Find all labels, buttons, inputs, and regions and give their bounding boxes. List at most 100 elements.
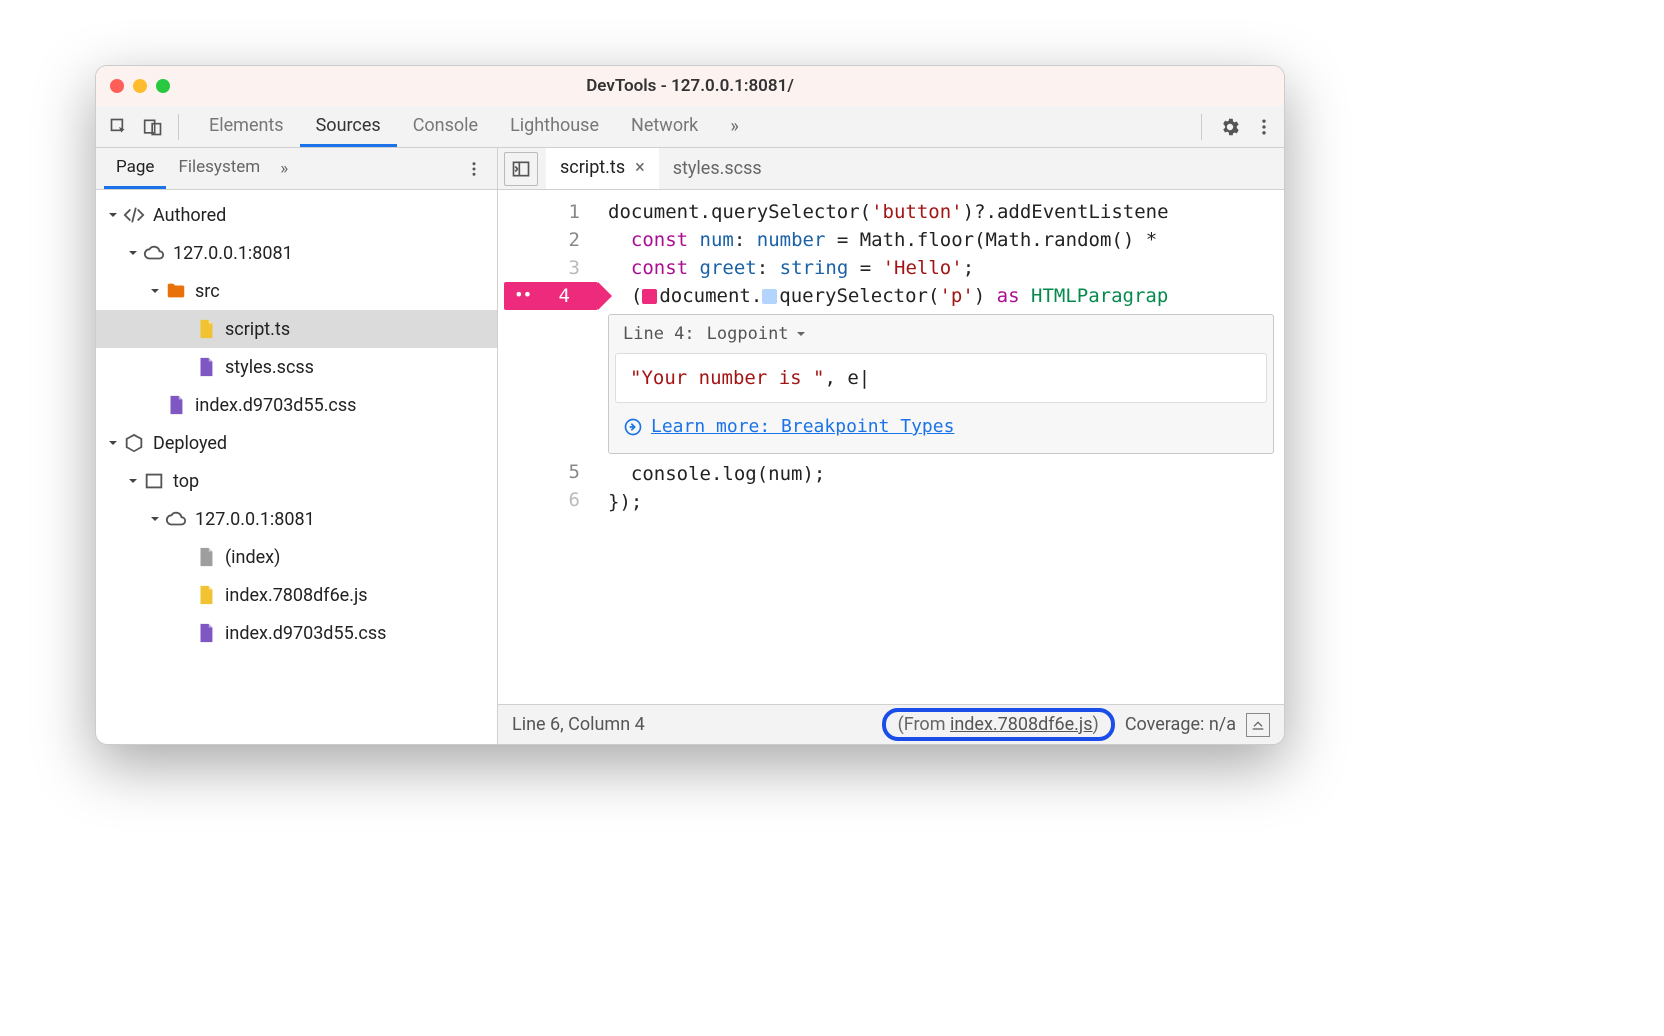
editor-tabbar: script.ts × styles.scss: [498, 148, 1284, 190]
code-body[interactable]: document.querySelector('button')?.addEve…: [598, 190, 1284, 704]
tree-authored[interactable]: Authored: [96, 196, 497, 234]
logpoint-input[interactable]: "Your number is ", e|: [615, 353, 1267, 403]
tree-item-label: Deployed: [153, 433, 227, 454]
coverage-label: Coverage: n/a: [1125, 714, 1236, 735]
sidebar-tab-filesystem[interactable]: Filesystem: [166, 148, 272, 189]
tree-item-label: index.d9703d55.css: [225, 623, 386, 644]
sourcemap-origin[interactable]: (From index.7808df6e.js): [882, 708, 1115, 741]
more-tabs-chevron-icon[interactable]: »: [722, 116, 746, 137]
gear-icon[interactable]: [1216, 113, 1244, 141]
line-number[interactable]: 3: [498, 254, 598, 282]
caret-down-icon[interactable]: [106, 208, 120, 222]
code-line[interactable]: });: [598, 488, 1284, 516]
code-line[interactable]: document.querySelector('button')?.addEve…: [598, 198, 1284, 226]
inspect-icon[interactable]: [102, 110, 136, 144]
line-number[interactable]: 4: [504, 282, 598, 310]
caret-down-icon[interactable]: [126, 246, 140, 260]
tree-item-icon: [165, 280, 187, 302]
editor-area: script.ts × styles.scss 1234 56 document.qu…: [498, 148, 1284, 744]
code-line[interactable]: (document.querySelector('p') as HTMLPara…: [598, 282, 1284, 310]
chevron-down-icon: [795, 328, 807, 340]
kebab-icon[interactable]: [1250, 113, 1278, 141]
tree-item-icon: [143, 242, 165, 264]
tree-deployed[interactable]: Deployed: [96, 424, 497, 462]
main-split: PageFilesystem » Authored 127.0.0.1:8081…: [96, 148, 1284, 744]
close-tab-icon[interactable]: ×: [635, 157, 645, 178]
tree-item-label: styles.scss: [225, 357, 314, 378]
tree-item-icon: [195, 546, 217, 568]
window-title: DevTools - 127.0.0.1:8081/: [96, 76, 1284, 96]
tree-file-css[interactable]: index.d9703d55.css: [96, 386, 497, 424]
top-tab-network[interactable]: Network: [615, 106, 714, 147]
tree-file-js[interactable]: index.7808df6e.js: [96, 576, 497, 614]
navigator-toggle-icon[interactable]: [504, 152, 538, 186]
editor-tab-label: styles.scss: [673, 158, 762, 179]
file-tree[interactable]: Authored 127.0.0.1:8081 src script.ts st…: [96, 190, 497, 744]
tree-item-label: index.7808df6e.js: [225, 585, 368, 606]
line-gutter[interactable]: 1234 56: [498, 190, 598, 704]
caret-down-icon[interactable]: [148, 284, 162, 298]
caret-down-icon[interactable]: [126, 474, 140, 488]
learn-more-link[interactable]: Learn more: Breakpoint Types: [651, 413, 954, 441]
code-line[interactable]: const num: number = Math.floor(Math.rand…: [598, 226, 1284, 254]
tree-item-label: top: [173, 471, 199, 492]
logpoint-type-dropdown[interactable]: Logpoint: [707, 320, 807, 348]
editor-tab-label: script.ts: [560, 157, 625, 178]
tree-top[interactable]: top: [96, 462, 497, 500]
sidebar-more-chevron-icon[interactable]: »: [272, 159, 296, 179]
code-editor[interactable]: 1234 56 document.querySelector('button')?…: [498, 190, 1284, 704]
line-number[interactable]: 5: [498, 458, 598, 486]
tree-host[interactable]: 127.0.0.1:8081: [96, 234, 497, 272]
tree-item-label: (index): [225, 547, 280, 568]
cursor-position: Line 6, Column 4: [512, 714, 645, 735]
tree-item-icon: [123, 432, 145, 454]
sidebar-kebab-icon[interactable]: [459, 160, 489, 178]
separator: [1201, 114, 1202, 140]
line-number[interactable]: 6: [498, 486, 598, 514]
logpoint-panel: Line 4: Logpoint "Your number is ", e| L…: [608, 314, 1274, 454]
line-number[interactable]: 2: [498, 226, 598, 254]
tree-item-icon: [165, 508, 187, 530]
sourcemap-origin-link[interactable]: index.7808df6e.js: [950, 714, 1093, 735]
tree-file-script[interactable]: script.ts: [96, 310, 497, 348]
tree-host-deployed[interactable]: 127.0.0.1:8081: [96, 500, 497, 538]
tree-item-label: script.ts: [225, 319, 290, 340]
tree-item-label: Authored: [153, 205, 226, 226]
tree-item-icon: [123, 204, 145, 226]
tree-item-icon: [195, 584, 217, 606]
tree-item-icon: [143, 470, 165, 492]
tree-item-icon: [195, 356, 217, 378]
tree-item-icon: [195, 318, 217, 340]
tree-folder-src[interactable]: src: [96, 272, 497, 310]
logpoint-type-label: Logpoint: [707, 320, 789, 348]
sidebar-tab-page[interactable]: Page: [104, 148, 166, 189]
editor-tab-styles-scss[interactable]: styles.scss: [659, 148, 776, 189]
editor-tab-script-ts[interactable]: script.ts ×: [546, 148, 659, 189]
tree-file-styles[interactable]: styles.scss: [96, 348, 497, 386]
tree-item-label: index.d9703d55.css: [195, 395, 356, 416]
tree-item-label: 127.0.0.1:8081: [173, 243, 293, 264]
caret-down-icon[interactable]: [106, 436, 120, 450]
footer-expand-icon[interactable]: [1246, 713, 1270, 737]
logpoint-line-label: Line 4:: [623, 320, 695, 348]
tree-file-index[interactable]: (index): [96, 538, 497, 576]
tree-item-label: src: [195, 281, 220, 302]
tree-item-label: 127.0.0.1:8081: [195, 509, 315, 530]
line-number[interactable]: 1: [498, 198, 598, 226]
code-line[interactable]: console.log(num);: [598, 460, 1284, 488]
top-tab-console[interactable]: Console: [397, 106, 494, 147]
status-bar: Line 6, Column 4 (From index.7808df6e.js…: [498, 704, 1284, 744]
top-tabbar: ElementsSourcesConsoleLighthouseNetwork …: [96, 106, 1284, 148]
tree-file-css2[interactable]: index.d9703d55.css: [96, 614, 497, 652]
device-icon[interactable]: [136, 110, 170, 144]
tree-item-icon: [195, 622, 217, 644]
title-bar: DevTools - 127.0.0.1:8081/: [96, 66, 1284, 106]
arrow-circle-right-icon: [623, 417, 643, 437]
caret-down-icon[interactable]: [148, 512, 162, 526]
code-line[interactable]: const greet: string = 'Hello';: [598, 254, 1284, 282]
separator: [178, 114, 179, 140]
sidebar: PageFilesystem » Authored 127.0.0.1:8081…: [96, 148, 498, 744]
top-tab-lighthouse[interactable]: Lighthouse: [494, 106, 615, 147]
top-tab-elements[interactable]: Elements: [193, 106, 300, 147]
top-tab-sources[interactable]: Sources: [300, 106, 397, 147]
